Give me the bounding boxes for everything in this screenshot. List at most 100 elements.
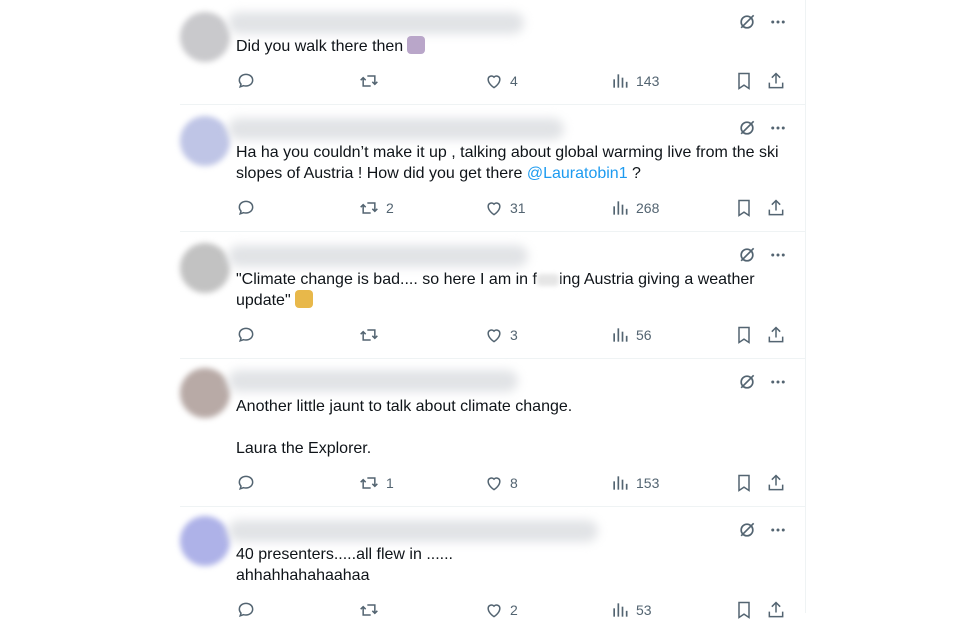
author-name-redacted [228,245,528,267]
more-icon[interactable] [769,246,787,264]
share-icon [766,198,786,218]
views-icon [610,325,630,345]
reply-icon [236,71,256,91]
reply-icon [236,325,256,345]
tweet[interactable]: Did you walk there then 4 143 [180,0,805,105]
tweet[interactable]: "Climate change is bad.... so here I am … [180,231,805,359]
views-button[interactable]: 153 [610,472,659,494]
tweet-text-line: Laura the Explorer. [236,440,372,457]
reply-icon [236,473,256,493]
more-icon[interactable] [769,521,787,539]
tweet-text: Another little jaunt to talk about clima… [236,396,786,459]
reply-button[interactable] [236,472,262,494]
grok-icon[interactable] [737,520,757,540]
tweet[interactable]: Ha ha you couldn’t make it up , talking … [180,104,805,232]
retweet-icon [358,325,380,345]
retweet-icon [358,71,380,91]
like-icon [484,71,504,91]
share-button[interactable] [766,324,786,346]
censored-word [536,273,559,286]
bookmark-icon [734,473,754,493]
share-icon [766,473,786,493]
tweet[interactable]: Another little jaunt to talk about clima… [180,358,805,507]
reply-button[interactable] [236,324,262,346]
avatar[interactable] [180,516,230,566]
reply-feed: Did you walk there then 4 143 Ha ha you … [180,0,806,619]
tweet-text: 40 presenters.....all flew in ...... ahh… [236,544,786,586]
retweet-button[interactable] [358,324,386,346]
like-button[interactable]: 31 [484,197,526,219]
share-button[interactable] [766,599,786,621]
reply-icon [236,198,256,218]
tweet-text: Ha ha you couldn’t make it up , talking … [236,144,783,182]
share-button[interactable] [766,197,786,219]
like-button[interactable]: 8 [484,472,518,494]
tweet-text-line: 40 presenters.....all flew in ...... [236,546,453,563]
views-icon [610,600,630,620]
bookmark-icon [734,71,754,91]
view-count: 53 [636,602,652,618]
views-button[interactable]: 268 [610,197,659,219]
author-name-redacted [228,118,564,140]
views-button[interactable]: 56 [610,324,652,346]
avatar[interactable] [180,12,230,62]
retweet-count: 1 [386,475,394,491]
like-count: 3 [510,327,518,343]
views-icon [610,198,630,218]
retweet-icon [358,600,380,620]
like-button[interactable]: 2 [484,599,518,621]
views-icon [610,473,630,493]
bookmark-button[interactable] [734,197,754,219]
retweet-button[interactable]: 2 [358,197,394,219]
bookmark-icon [734,198,754,218]
share-button[interactable] [766,70,786,92]
shrug-emoji [294,290,313,308]
share-icon [766,71,786,91]
grok-icon[interactable] [737,118,757,138]
bookmark-button[interactable] [734,599,754,621]
like-icon [484,600,504,620]
retweet-button[interactable]: 1 [358,472,394,494]
more-icon[interactable] [769,373,787,391]
avatar[interactable] [180,368,230,418]
views-button[interactable]: 143 [610,70,659,92]
grok-icon[interactable] [737,245,757,265]
more-icon[interactable] [769,13,787,31]
like-button[interactable]: 3 [484,324,518,346]
reply-button[interactable] [236,599,262,621]
author-name-redacted [228,520,598,542]
grok-icon[interactable] [737,12,757,32]
mention-link[interactable]: @Lauratobin1 [527,165,628,182]
bookmark-button[interactable] [734,472,754,494]
view-count: 143 [636,73,660,89]
face-palm-emoji [407,36,426,54]
bookmark-button[interactable] [734,70,754,92]
reply-button[interactable] [236,70,262,92]
like-icon [484,325,504,345]
avatar[interactable] [180,116,230,166]
share-button[interactable] [766,472,786,494]
views-button[interactable]: 53 [610,599,652,621]
more-icon[interactable] [769,119,787,137]
retweet-count: 2 [386,200,394,216]
tweet[interactable]: 40 presenters.....all flew in ...... ahh… [180,506,805,619]
view-count: 268 [636,200,660,216]
bookmark-button[interactable] [734,324,754,346]
views-icon [610,71,630,91]
tweet-text-line: ahhahhahahaahaa [236,567,370,584]
reply-button[interactable] [236,197,262,219]
share-icon [766,600,786,620]
like-count: 8 [510,475,518,491]
like-button[interactable]: 4 [484,70,518,92]
retweet-button[interactable] [358,599,386,621]
tweet-text: "Climate change is bad.... so here I am … [236,271,760,309]
retweet-icon [358,473,380,493]
retweet-button[interactable] [358,70,386,92]
bookmark-icon [734,325,754,345]
view-count: 56 [636,327,652,343]
grok-icon[interactable] [737,372,757,392]
share-icon [766,325,786,345]
like-icon [484,198,504,218]
like-count: 4 [510,73,518,89]
avatar[interactable] [180,243,230,293]
